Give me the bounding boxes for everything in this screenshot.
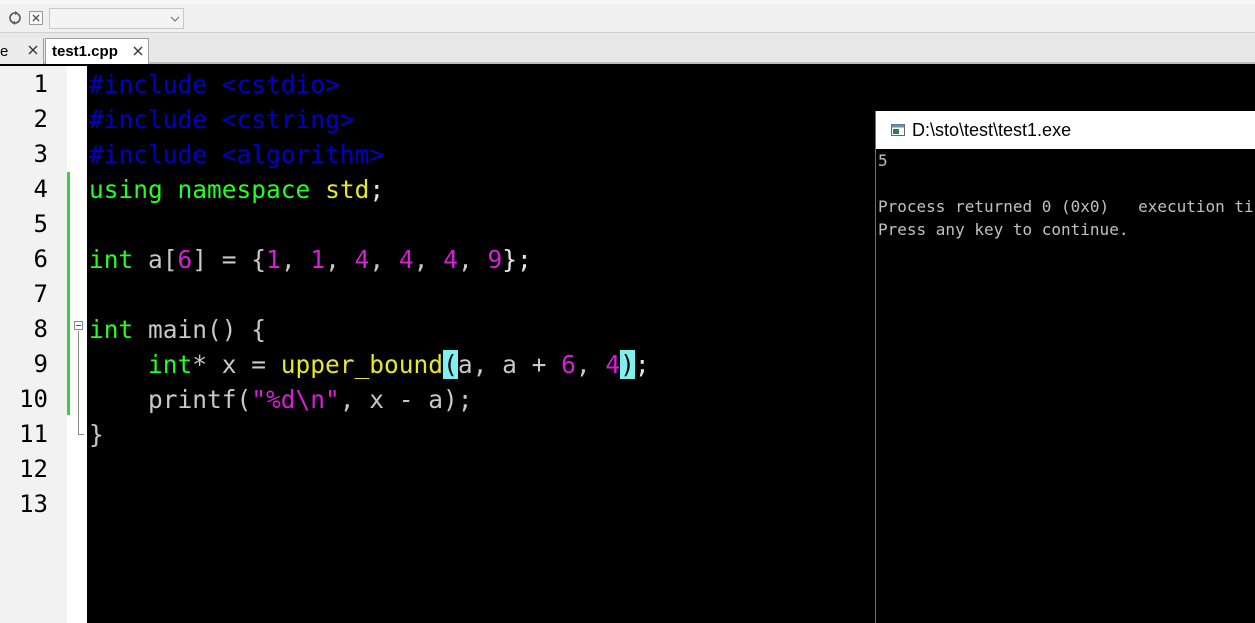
code-token: }: [89, 420, 104, 449]
code-token: printf(: [89, 385, 252, 414]
code-line: #include <cstring>: [89, 102, 355, 137]
code-token: int: [148, 350, 193, 379]
code-token: a, a +: [457, 350, 562, 379]
line-number: 9: [33, 350, 48, 378]
code-line: }: [89, 417, 104, 452]
close-box-icon[interactable]: [29, 11, 43, 25]
toolbar-top-edge: [0, 0, 1255, 4]
code-token: using: [89, 175, 163, 204]
editor-tab-strip: e test1.cpp: [0, 33, 1255, 64]
tab-label: test1.cpp: [52, 43, 118, 60]
matched-paren: (: [443, 350, 458, 379]
ide-window: e test1.cpp 1 2 3 4 5 6 7 8 9 10 11 12 13 #include <…: [0, 0, 1255, 623]
code-token: 1: [310, 245, 326, 274]
line-number: 4: [33, 175, 48, 203]
code-token: a[: [133, 245, 178, 274]
console-window-icon: [891, 124, 905, 136]
code-token: #include <algorithm>: [89, 140, 385, 169]
code-token: #include <cstring>: [89, 105, 355, 134]
code-token: 6: [561, 350, 576, 379]
code-token: namespace: [177, 175, 311, 204]
code-token: * x =: [192, 350, 281, 379]
code-line: #include <cstdio>: [89, 67, 340, 102]
close-icon[interactable]: [132, 45, 144, 57]
code-token: int: [89, 315, 134, 344]
console-title: D:\sto\test\test1.exe: [912, 119, 1072, 140]
change-marker: [67, 172, 70, 242]
code-token: upper_bound: [280, 350, 444, 379]
tab-test1-cpp[interactable]: test1.cpp: [45, 38, 149, 64]
line-number-gutter: 1 2 3 4 5 6 7 8 9 10 11 12 13: [0, 66, 67, 623]
line-number: 10: [19, 385, 48, 413]
line-number: 1: [33, 70, 48, 98]
code-line: int main() {: [89, 312, 266, 347]
change-marker: [67, 242, 70, 415]
fold-toggle-icon[interactable]: [74, 321, 83, 330]
fold-margin: [67, 66, 87, 623]
line-number: 5: [33, 210, 48, 238]
line-number: 8: [33, 315, 48, 343]
line-number: 2: [33, 105, 48, 133]
line-number: 13: [19, 490, 48, 518]
console-output-line: 5: [878, 151, 888, 170]
code-token: ,: [575, 350, 606, 379]
line-number: 6: [33, 245, 48, 273]
fold-guide-end: [78, 434, 84, 435]
console-output: 5 Process returned 0 (0x0) execution time…: [878, 149, 1254, 241]
code-token: int: [89, 245, 134, 274]
code-token: 4: [398, 245, 414, 274]
console-title-bar[interactable]: D:\sto\test\test1.exe: [876, 111, 1255, 149]
code-token: ,: [325, 245, 355, 274]
code-token: , x - a);: [339, 385, 473, 414]
line-number: 3: [33, 140, 48, 168]
toolbar: [0, 0, 1255, 33]
code-line: int* x = upper_bound(a, a + 6, 4);: [89, 347, 650, 382]
tab-label: e: [0, 42, 9, 60]
code-token: main() {: [133, 315, 267, 344]
code-token: "%d\n": [251, 385, 340, 414]
console-output-line: Press any key to continue.: [878, 220, 1129, 239]
toolbar-combo-box[interactable]: [49, 8, 184, 29]
fold-guide-line: [78, 331, 79, 435]
code-token: ,: [280, 245, 311, 274]
code-token: ,: [413, 245, 444, 274]
code-token: 4: [354, 245, 370, 274]
tab-previous-file[interactable]: e: [0, 38, 44, 64]
code-token: ] = {: [192, 245, 267, 274]
code-line: printf("%d\n", x - a);: [89, 382, 473, 417]
chevron-down-icon[interactable]: [167, 9, 183, 28]
code-token: #include <cstdio>: [89, 70, 340, 99]
code-token: 6: [177, 245, 193, 274]
code-token: 9: [487, 245, 503, 274]
code-token: ;: [369, 175, 385, 204]
code-token: ,: [369, 245, 399, 274]
code-token: };: [502, 245, 532, 274]
code-token: 1: [266, 245, 281, 274]
code-token: 4: [443, 245, 458, 274]
line-number: 11: [19, 420, 48, 448]
code-line: int a[6] = {1, 1, 4, 4, 4, 9};: [89, 242, 532, 277]
refresh-icon[interactable]: [6, 9, 23, 26]
console-window[interactable]: D:\sto\test\test1.exe 5 Process returned …: [875, 111, 1255, 623]
code-line: using namespace std;: [89, 172, 384, 207]
close-icon[interactable]: [27, 44, 39, 56]
code-token: 4: [605, 350, 621, 379]
code-token: ;: [634, 350, 650, 379]
console-output-line: Process returned 0 (0x0) execution time …: [878, 197, 1254, 216]
line-number: 7: [33, 280, 48, 308]
line-number: 12: [19, 455, 48, 483]
code-token: ,: [457, 245, 488, 274]
code-line: #include <algorithm>: [89, 137, 384, 172]
code-token: std: [325, 175, 370, 204]
matched-paren: ): [620, 350, 635, 379]
